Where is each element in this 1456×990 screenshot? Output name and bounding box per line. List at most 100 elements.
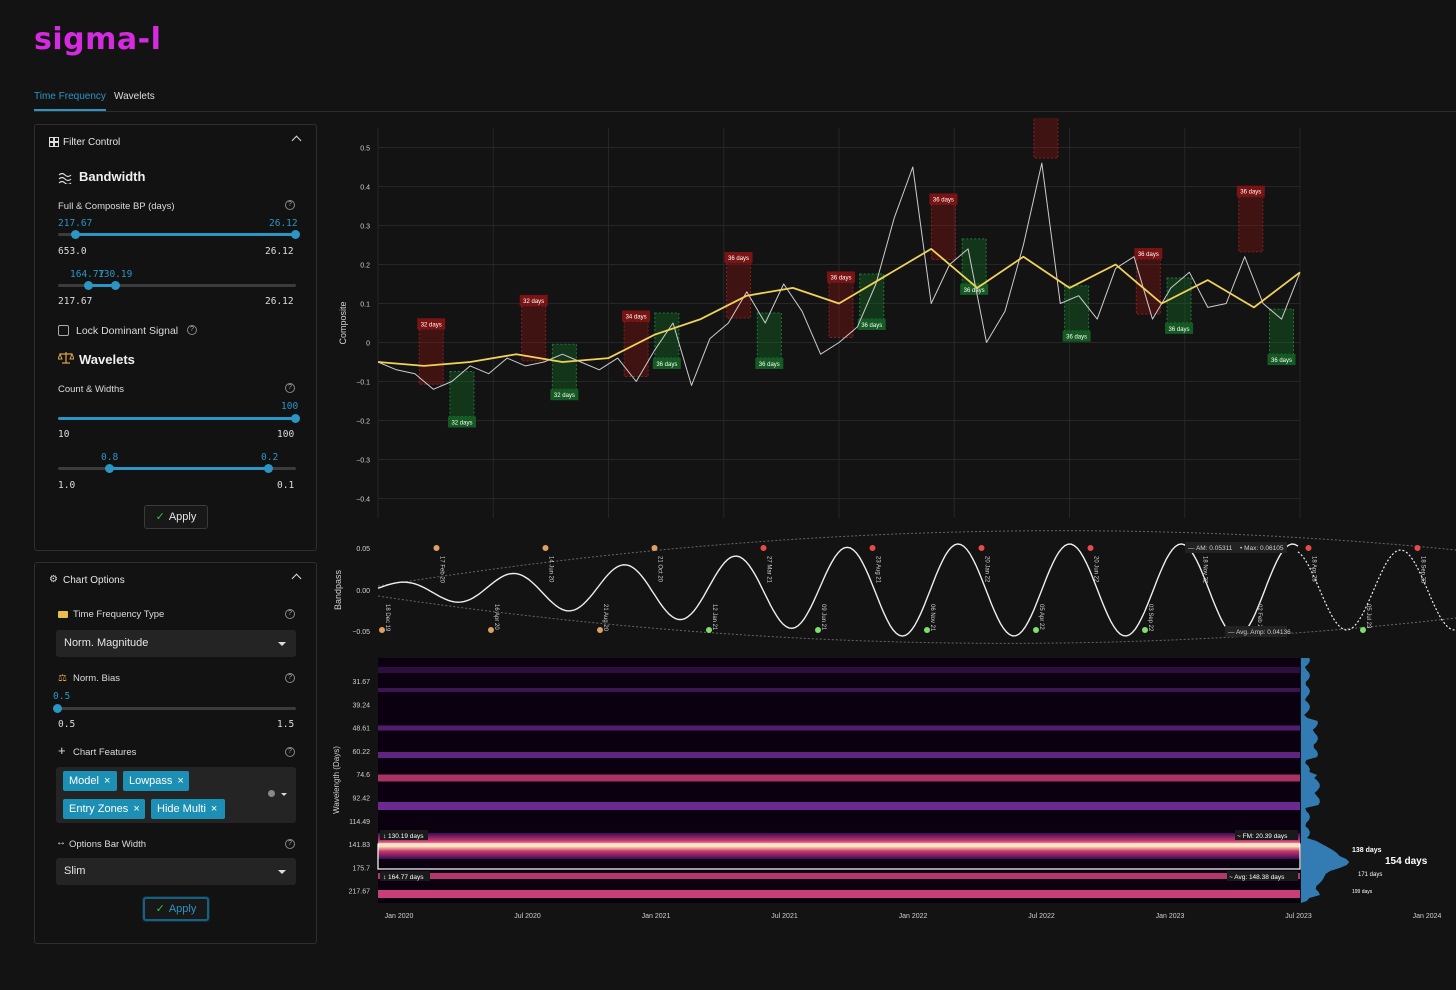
lock-dominant-label: Lock Dominant Signal xyxy=(76,325,179,337)
filter-control-title: Filter Control xyxy=(63,137,121,148)
entry-zone-label: 36 days xyxy=(759,362,780,368)
entry-zone-label: 36 days xyxy=(656,362,677,368)
am-label: — AM: 0.05311 xyxy=(1188,545,1233,552)
x-tick-label: Jan 2023 xyxy=(1156,913,1185,920)
bar-width-select[interactable]: Slim xyxy=(56,858,296,885)
entry-zone-bottom xyxy=(756,312,782,359)
entry-zone-label: 36 days xyxy=(861,323,882,329)
chip-model[interactable]: Model × xyxy=(63,771,117,791)
band-top-label: ↕ 130.19 days xyxy=(383,833,424,840)
bp-slider-max: 26.12 xyxy=(265,246,294,257)
width-slider-fill xyxy=(109,467,268,470)
heatmap-band xyxy=(378,873,1300,879)
turning-point-date: 05 Jul 23 xyxy=(1365,604,1371,629)
help-icon[interactable]: ? xyxy=(285,609,295,619)
bar-width-label: Options Bar Width xyxy=(69,839,147,850)
y-axis-label: Wavelength (Days) xyxy=(332,746,341,814)
chart-options-panel: ⚙ Chart Options Time Frequency Type ? No… xyxy=(34,562,317,944)
bandpass-line xyxy=(377,543,1299,637)
caret-down-icon xyxy=(278,870,286,874)
chart-apply-button[interactable]: ✓ Apply xyxy=(143,897,209,921)
entry-zone-label: 32 days xyxy=(451,421,472,427)
chip-hide-multi[interactable]: Hide Multi × xyxy=(151,799,225,819)
chevron-up-icon[interactable] xyxy=(291,135,302,146)
help-icon[interactable]: ? xyxy=(187,325,197,335)
norm-bias-handle[interactable] xyxy=(53,704,62,713)
chip-label: Entry Zones xyxy=(69,803,129,815)
check-icon: ✓ xyxy=(155,511,165,523)
composite-slider-handle-low[interactable] xyxy=(84,281,93,290)
y-axis-label: Composite xyxy=(338,301,348,344)
bp-slider-handle-low[interactable] xyxy=(71,230,80,239)
y-tick-label: 0.05 xyxy=(356,546,370,553)
y-tick-label: 48.61 xyxy=(352,726,370,733)
turning-point-date: 12 Jan 21 xyxy=(711,604,717,631)
chip-entry-zones[interactable]: Entry Zones × xyxy=(63,799,145,819)
y-tick-label: 92.42 xyxy=(352,796,370,803)
count-slider-handle[interactable] xyxy=(291,414,300,423)
entry-zone-label: 32 days xyxy=(421,322,442,328)
chevron-up-icon[interactable] xyxy=(291,573,302,584)
tab-time-frequency[interactable]: Time Frequency xyxy=(34,91,106,111)
close-icon[interactable]: × xyxy=(133,803,139,815)
heatmap-band xyxy=(378,752,1300,758)
x-tick-label: Jan 2020 xyxy=(385,913,414,920)
help-icon[interactable]: ? xyxy=(285,673,295,683)
count-slider-fill[interactable] xyxy=(58,417,296,420)
entry-zone-label: 36 days xyxy=(1240,190,1261,196)
bp-slider-handle-high[interactable] xyxy=(291,230,300,239)
y-tick-label: 0.4 xyxy=(360,185,370,192)
tab-wavelets[interactable]: Wavelets xyxy=(114,91,155,109)
help-icon[interactable]: ? xyxy=(285,747,295,757)
bandwidth-label: Full & Composite BP (days) xyxy=(58,201,175,212)
caret-down-icon[interactable] xyxy=(281,793,287,796)
y-tick-label: 31.67 xyxy=(352,679,370,686)
norm-bias-track[interactable] xyxy=(58,707,296,710)
filter-control-header[interactable]: Filter Control xyxy=(35,125,316,157)
tf-type-select[interactable]: Norm. Magnitude xyxy=(56,630,296,657)
x-tick-label: Jul 2021 xyxy=(771,913,798,920)
entry-zone-top xyxy=(726,262,752,319)
chart-apply-label: Apply xyxy=(168,903,197,915)
width-slider-handle-low[interactable] xyxy=(105,464,114,473)
width-slider-handle-high[interactable] xyxy=(264,464,273,473)
width-slider-min: 1.0 xyxy=(58,480,76,491)
composite-slider-handle-high[interactable] xyxy=(111,281,120,290)
y-tick-label: 0.5 xyxy=(360,146,370,153)
x-tick-label: Jan 2022 xyxy=(899,913,928,920)
help-icon[interactable]: ? xyxy=(285,839,295,849)
filter-apply-button[interactable]: ✓ Apply xyxy=(144,505,208,529)
turning-point xyxy=(542,545,549,551)
entry-zone-top xyxy=(828,282,854,338)
chart-options-header[interactable]: ⚙ Chart Options xyxy=(35,563,316,595)
close-icon[interactable]: × xyxy=(104,775,110,787)
help-icon[interactable]: ? xyxy=(285,200,295,210)
spectrum-histogram xyxy=(1301,658,1350,903)
clear-icon[interactable] xyxy=(268,790,275,797)
turning-point xyxy=(760,545,767,551)
entry-zone-bottom xyxy=(1166,277,1192,324)
help-icon[interactable]: ? xyxy=(285,383,295,393)
tf-type-value: Norm. Magnitude xyxy=(64,637,149,649)
lock-dominant-checkbox[interactable] xyxy=(58,325,69,336)
fm-label: ~ FM: 20.39 days xyxy=(1237,833,1288,840)
y-tick-label: 175.7 xyxy=(352,865,370,872)
chip-lowpass[interactable]: Lowpass × xyxy=(123,771,189,791)
chip-label: Model xyxy=(69,775,99,787)
charts-svg[interactable]: 0.5 0.4 0.3 0.2 0.1 0 −0.1 −0.2 −0.3 −0.4 Composit… xyxy=(330,92,1456,948)
scale-icon xyxy=(57,351,75,370)
entry-zone-label: 36 days xyxy=(1066,335,1087,341)
y-tick-label: −0.2 xyxy=(356,419,370,426)
heatmap-band xyxy=(378,688,1300,692)
close-icon[interactable]: × xyxy=(177,775,183,787)
turning-point-date: 18 Apr 23 xyxy=(1311,556,1317,582)
y-tick-label: −0.1 xyxy=(356,380,370,387)
norm-bias-max: 1.5 xyxy=(277,719,295,730)
turning-point xyxy=(1305,545,1312,551)
y-tick-label: −0.05 xyxy=(352,629,370,636)
close-icon[interactable]: × xyxy=(211,803,217,815)
turning-point-date: 17 Feb 20 xyxy=(439,556,445,584)
count-slider-value: 100 xyxy=(281,401,299,412)
chart-features-select[interactable]: Model × Lowpass × Entry Zones × Hide Multi × xyxy=(56,767,296,823)
composite-slider-value-right: 130.19 xyxy=(98,269,133,280)
